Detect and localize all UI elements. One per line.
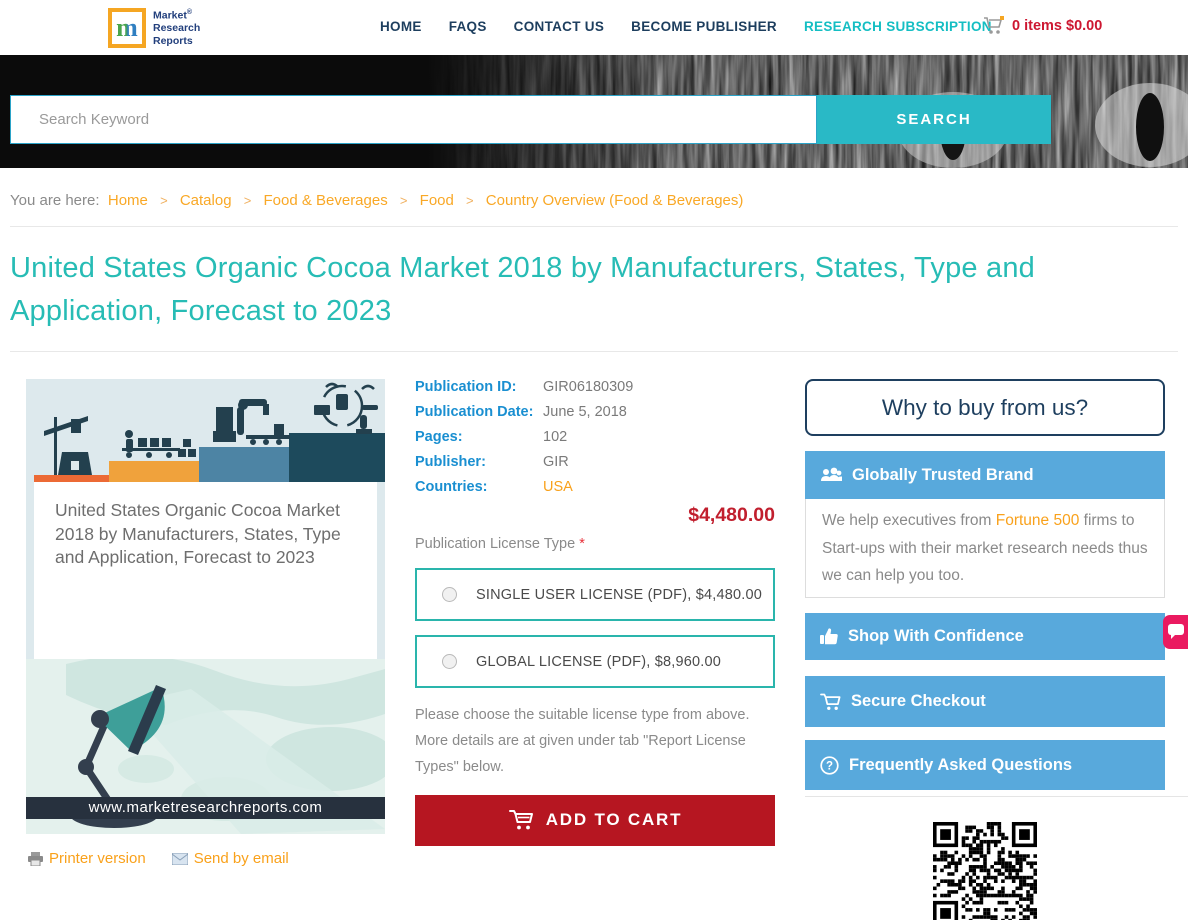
cover-website-bar: www.marketresearchreports.com (26, 797, 385, 820)
printer-icon (28, 851, 43, 866)
search-banner: SEARCH (0, 55, 1188, 168)
publisher-value: GIR (543, 454, 569, 471)
publication-id-label: Publication ID: (415, 379, 517, 396)
search-input[interactable] (10, 95, 817, 144)
qr-code (933, 822, 1037, 920)
cover-map-section: www.marketresearchreports.com (26, 659, 385, 835)
product-content: United States Organic Cocoa Market 2018 … (0, 379, 1188, 920)
logo-monogram-box: m (108, 8, 146, 48)
breadcrumb-separator: > (160, 193, 168, 208)
nav-home[interactable]: HOME (380, 19, 422, 34)
divider (805, 796, 1188, 798)
nav-research-subscription[interactable]: RESEARCH SUBSCRIPTION (804, 19, 992, 34)
detail-row: Publication Date: June 5, 2018 (415, 404, 775, 421)
pages-label: Pages: (415, 429, 463, 446)
thumbs-up-icon (820, 628, 838, 645)
why-to-buy-heading[interactable]: Why to buy from us? (805, 379, 1165, 437)
why-buy-sidebar: Why to buy from us? Globally Trusted Bra… (805, 379, 1188, 920)
countries-label: Countries: (415, 479, 488, 496)
breadcrumb-home[interactable]: Home (108, 192, 148, 209)
logo-wordmark: Market® Research Reports (153, 8, 201, 47)
search-button[interactable]: SEARCH (817, 95, 1051, 144)
cart-summary[interactable]: 0 items $0.00 (983, 16, 1102, 36)
product-price: $4,480.00 (688, 504, 775, 527)
detail-row: Pages: 102 (415, 429, 775, 446)
globally-trusted-brand-bar[interactable]: Globally Trusted Brand (805, 451, 1165, 500)
email-icon (171, 852, 188, 865)
detail-row: Publisher: GIR (415, 454, 775, 471)
product-cover-image: United States Organic Cocoa Market 2018 … (26, 379, 385, 835)
purchase-column: Publication ID: GIR06180309 Publication … (415, 379, 775, 846)
frequently-asked-questions-bar[interactable]: ? Frequently Asked Questions (805, 740, 1165, 791)
page-title: United States Organic Cocoa Market 2018 … (10, 252, 1035, 327)
divider (10, 351, 1178, 353)
logo-m-glyph: m (116, 13, 138, 42)
breadcrumb-separator: > (243, 193, 252, 208)
detail-row: Publication ID: GIR06180309 (415, 379, 775, 396)
users-group-icon (821, 467, 842, 482)
publication-id-value: GIR06180309 (543, 379, 634, 396)
secure-checkout-bar[interactable]: Secure Checkout (805, 676, 1165, 728)
breadcrumb-food[interactable]: Food (420, 192, 454, 209)
breadcrumb: You are here: Home > Catalog > Food & Be… (10, 192, 1188, 209)
cart-count-total: 0 items $0.00 (1012, 18, 1103, 34)
breadcrumb-separator: > (466, 193, 474, 208)
site-header: m Market® Research Reports HOME FAQS CON… (0, 0, 1188, 55)
fortune-500-link[interactable]: Fortune 500 (996, 512, 1080, 529)
detail-row: Countries: USA (415, 479, 775, 496)
trusted-brand-description: We help executives from Fortune 500 firm… (805, 499, 1165, 599)
required-asterisk: * (579, 536, 585, 553)
breadcrumb-catalog[interactable]: Catalog (180, 192, 232, 209)
chat-bubble-icon (1168, 624, 1184, 639)
breadcrumb-separator: > (399, 193, 408, 208)
live-chat-button[interactable] (1163, 615, 1188, 649)
global-license-option[interactable]: GLOBAL LICENSE (PDF), $8,960.00 (415, 635, 775, 689)
cart-icon (820, 693, 841, 710)
cover-title-text: United States Organic Cocoa Market 2018 … (34, 482, 377, 660)
cart-icon (508, 810, 533, 830)
nav-become-publisher[interactable]: BECOME PUBLISHER (631, 19, 777, 34)
single-user-license-option[interactable]: SINGLE USER LICENSE (PDF), $4,480.00 (415, 568, 775, 622)
cart-icon (983, 16, 1005, 36)
svg-text:?: ? (826, 760, 833, 772)
pages-value: 102 (543, 429, 568, 446)
question-circle-icon: ? (820, 755, 839, 775)
breadcrumb-food-beverages[interactable]: Food & Beverages (263, 192, 387, 209)
divider (10, 226, 1178, 227)
publication-date-value: June 5, 2018 (543, 404, 627, 421)
send-by-email-link[interactable]: Send by email (171, 850, 289, 867)
license-note: Please choose the suitable license type … (415, 707, 750, 775)
printer-version-link[interactable]: Printer version (28, 850, 146, 867)
license-type-label: Publication License Type * (415, 536, 585, 553)
registered-mark: ® (186, 8, 193, 16)
publisher-label: Publisher: (415, 454, 486, 471)
breadcrumb-country-overview[interactable]: Country Overview (Food & Beverages) (486, 192, 744, 209)
search-bar: SEARCH (10, 95, 1051, 144)
site-logo[interactable]: m Market® Research Reports (108, 8, 200, 48)
main-nav: HOME FAQS CONTACT US BECOME PUBLISHER RE… (380, 19, 992, 34)
shop-with-confidence-bar[interactable]: Shop With Confidence (805, 613, 1165, 661)
countries-value-link[interactable]: USA (543, 479, 573, 496)
nav-faqs[interactable]: FAQS (449, 19, 487, 34)
radio-button[interactable] (442, 587, 457, 603)
radio-button[interactable] (442, 654, 457, 670)
document-action-links: Printer version Send by email (28, 850, 385, 867)
nav-contact-us[interactable]: CONTACT US (514, 19, 605, 34)
add-to-cart-button[interactable]: ADD TO CART (415, 794, 775, 846)
publication-date-label: Publication Date: (415, 404, 534, 421)
breadcrumb-prefix: You are here: (10, 192, 100, 209)
product-cover-column: United States Organic Cocoa Market 2018 … (26, 379, 385, 867)
industry-steps-illustration (26, 379, 385, 483)
